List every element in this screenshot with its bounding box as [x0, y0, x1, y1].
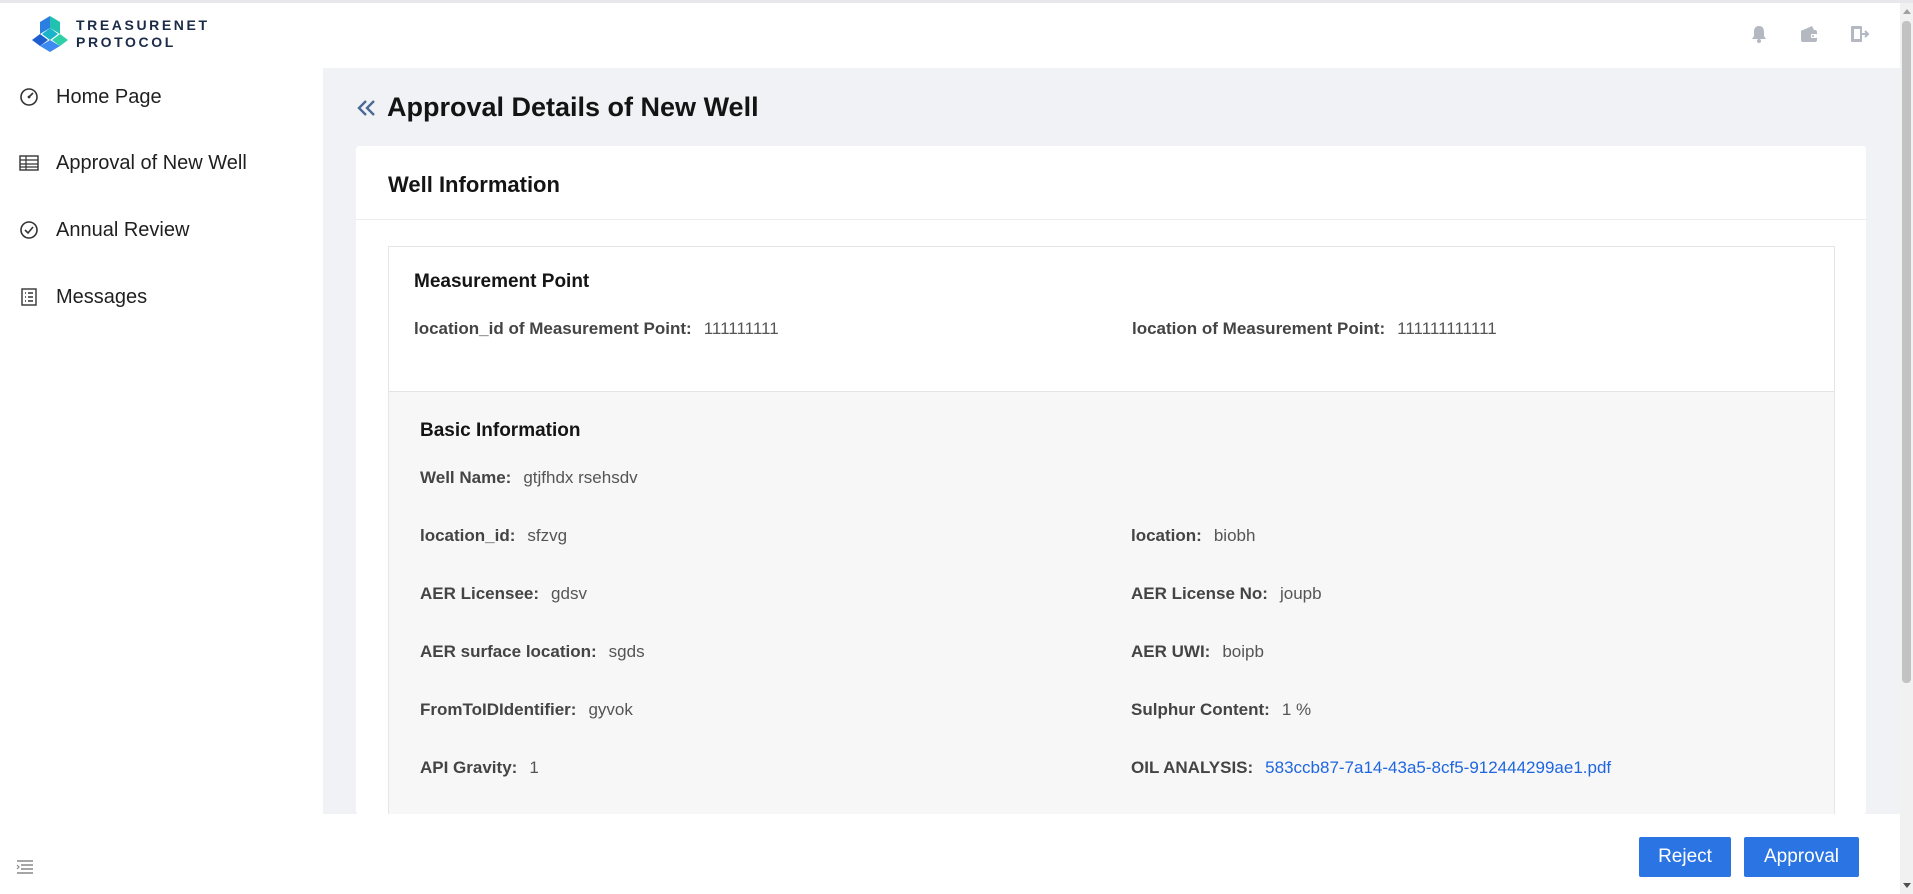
location-field: location: biobh [1131, 526, 1255, 546]
sidebar-item-messages[interactable]: Messages [18, 280, 147, 314]
sidebar-item-label: Annual Review [56, 218, 190, 241]
action-footer: Reject Approval [323, 814, 1901, 894]
list-document-icon [18, 286, 40, 308]
field-label: AER Licensee: [420, 584, 540, 603]
sidebar: Home Page Approval of New Well Annual Re… [0, 68, 323, 894]
oil-analysis-field: OIL ANALYSIS: 583ccb87-7a14-43a5-8cf5-91… [1131, 758, 1611, 778]
well-name-field: Well Name: gtjfhdx rsehsdv [420, 468, 638, 488]
wallet-icon[interactable] [1798, 23, 1820, 45]
top-header: TREASURENET PROTOCOL [0, 3, 1900, 68]
bell-icon[interactable] [1748, 23, 1770, 45]
oil-analysis-file-link[interactable]: 583ccb87-7a14-43a5-8cf5-912444299ae1.pdf [1265, 758, 1611, 778]
api-gravity-field: API Gravity: 1 [420, 758, 539, 778]
scroll-down-arrow-icon[interactable] [1903, 883, 1911, 888]
page-scrollbar[interactable] [1900, 3, 1913, 894]
field-value: joupb [1279, 584, 1322, 603]
field-label: API Gravity: [420, 758, 518, 777]
treasurenet-logo-icon [32, 16, 68, 52]
brand-line-1: TREASURENET [76, 17, 210, 33]
aer-surface-location-field: AER surface location: sgds [420, 642, 645, 662]
field-label: Well Name: [420, 468, 512, 487]
field-label: OIL ANALYSIS: [1131, 758, 1254, 777]
field-label: location_id of Measurement Point: [414, 319, 692, 338]
field-value: 1 [529, 758, 539, 777]
aer-uwi-field: AER UWI: boipb [1131, 642, 1264, 662]
reject-button[interactable]: Reject [1639, 837, 1731, 877]
check-circle-icon [18, 219, 40, 241]
field-label: location: [1131, 526, 1202, 545]
brand-name: TREASURENET PROTOCOL [76, 17, 210, 51]
from-to-id-identifier-field: FromToIDIdentifier: gyvok [420, 700, 633, 720]
approve-button[interactable]: Approval [1744, 837, 1859, 877]
field-value: gdsv [551, 584, 587, 603]
field-label: location of Measurement Point: [1132, 319, 1386, 338]
header-actions [1748, 23, 1870, 45]
field-value: sfzvg [527, 526, 568, 545]
mp-location-field: location of Measurement Point: 111111111… [1132, 319, 1497, 339]
page-title-row: Approval Details of New Well [355, 92, 759, 123]
field-value: gyvok [588, 700, 633, 719]
logout-icon[interactable] [1848, 23, 1870, 45]
field-label: AER License No: [1131, 584, 1268, 603]
table-icon [18, 152, 40, 174]
well-information-card: Well Information Measurement Point locat… [356, 146, 1866, 822]
sidebar-item-label: Home Page [56, 85, 162, 108]
field-label: Sulphur Content: [1131, 700, 1270, 719]
main-content: Approval Details of New Well Well Inform… [323, 68, 1901, 822]
card-header: Well Information [356, 146, 1866, 220]
field-label: AER surface location: [420, 642, 597, 661]
field-value: gtjfhdx rsehsdv [523, 468, 638, 487]
section-title: Basic Information [420, 420, 581, 441]
brand-logo[interactable]: TREASURENET PROTOCOL [30, 14, 210, 54]
measurement-point-section: Measurement Point location_id of Measure… [388, 246, 1835, 392]
sidebar-item-approval-new-well[interactable]: Approval of New Well [18, 146, 247, 180]
page-title: Approval Details of New Well [387, 92, 759, 122]
field-value: 111111111 [703, 319, 779, 338]
section-title: Measurement Point [414, 271, 590, 292]
field-label: AER UWI: [1131, 642, 1211, 661]
field-value: 1 % [1281, 700, 1312, 719]
card-title: Well Information [388, 172, 560, 197]
field-value: biobh [1213, 526, 1256, 545]
aer-license-no-field: AER License No: joupb [1131, 584, 1322, 604]
menu-collapse-icon[interactable] [16, 858, 36, 876]
sulphur-content-field: Sulphur Content: 1 % [1131, 700, 1311, 720]
dashboard-gauge-icon [18, 86, 40, 108]
aer-licensee-field: AER Licensee: gdsv [420, 584, 587, 604]
sidebar-item-label: Approval of New Well [56, 151, 247, 174]
sidebar-item-annual-review[interactable]: Annual Review [18, 213, 189, 247]
field-value: sgds [608, 642, 645, 661]
double-chevron-left-icon[interactable] [355, 96, 379, 120]
field-value: 111111111111 [1397, 319, 1497, 338]
scroll-up-arrow-icon[interactable] [1903, 9, 1911, 14]
field-label: FromToIDIdentifier: [420, 700, 577, 719]
sidebar-item-label: Messages [56, 285, 148, 308]
sidebar-item-home[interactable]: Home Page [18, 80, 162, 114]
location-id-field: location_id: sfzvg [420, 526, 567, 546]
field-value: boipb [1222, 642, 1264, 661]
mp-location-id-field: location_id of Measurement Point: 111111… [414, 319, 779, 339]
field-label: location_id: [420, 526, 516, 545]
basic-information-section: Basic Information Well Name: gtjfhdx rse… [388, 392, 1835, 822]
scrollbar-thumb[interactable] [1902, 21, 1911, 683]
brand-line-2: PROTOCOL [76, 34, 176, 50]
